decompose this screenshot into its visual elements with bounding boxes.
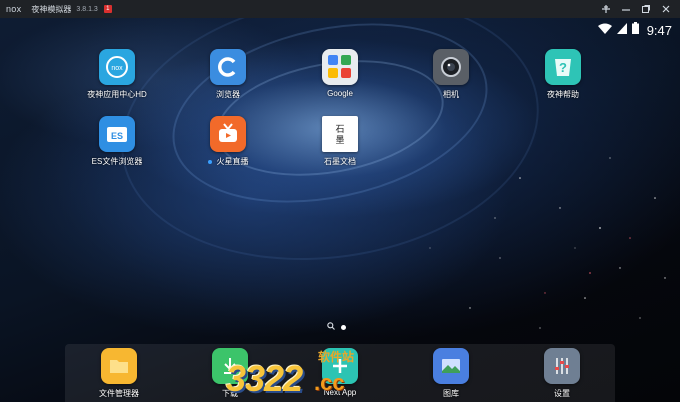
google-folder-icon xyxy=(322,49,358,85)
window-title: 夜神模拟器 xyxy=(31,4,72,14)
watermark-suffix: .cc xyxy=(314,370,345,395)
window-controls xyxy=(594,0,674,18)
nox-logo: nox xyxy=(6,4,22,14)
new-install-dot xyxy=(207,159,212,164)
app-label: ES文件浏览器 xyxy=(91,157,143,166)
app-nox-app-center[interactable]: nox 夜神应用中心HD xyxy=(72,49,162,100)
app-huoxing-live[interactable]: 火星直播 xyxy=(183,116,273,167)
camera-icon xyxy=(433,49,469,85)
settings-icon xyxy=(544,348,580,384)
app-label: 浏览器 xyxy=(216,90,240,99)
app-label: Google xyxy=(327,89,353,98)
app-browser[interactable]: 浏览器 xyxy=(183,49,273,100)
app-label: 相机 xyxy=(443,90,459,99)
watermark-site-name: 软件站 xyxy=(318,350,355,364)
dock-app-gallery[interactable]: 图库 xyxy=(406,348,496,399)
gallery-icon xyxy=(433,348,469,384)
android-status-bar: 9:47 xyxy=(0,18,680,42)
nox-app-center-icon: nox xyxy=(99,49,135,85)
app-nox-help[interactable]: ? 夜神帮助 xyxy=(518,49,608,100)
site-watermark: 软件站 3322 .cc xyxy=(218,348,368,402)
shimo-docs-icon: 石墨 xyxy=(322,116,358,152)
nox-help-icon: ? xyxy=(545,49,581,85)
app-label: 设置 xyxy=(554,389,570,398)
version-label: 3.8.1.3 xyxy=(76,5,98,13)
svg-text:?: ? xyxy=(559,60,567,75)
app-label: 图库 xyxy=(443,389,459,398)
close-icon[interactable] xyxy=(658,2,674,16)
huoxing-live-icon xyxy=(210,116,246,152)
search-icon[interactable] xyxy=(327,322,335,332)
page-dot-active[interactable] xyxy=(341,324,346,330)
app-shimo-docs[interactable]: 石墨 石墨文档 xyxy=(295,116,385,167)
file-manager-icon xyxy=(101,348,137,384)
dock-app-file-manager[interactable]: 文件管理器 xyxy=(74,348,164,399)
app-es-file-explorer[interactable]: ES ES文件浏览器 xyxy=(72,116,162,167)
clock: 9:47 xyxy=(646,22,672,38)
dock-app-settings[interactable]: 设置 xyxy=(517,348,607,399)
browser-icon xyxy=(210,49,246,85)
emulator-title-bar: nox 夜神模拟器 3.8.1.3 1 xyxy=(0,0,680,18)
svg-text:石: 石 xyxy=(335,125,344,135)
signal-icon xyxy=(616,21,627,39)
wifi-icon xyxy=(597,21,612,39)
app-camera[interactable]: 相机 xyxy=(406,49,496,100)
app-label: 文件管理器 xyxy=(99,389,139,398)
app-label: 夜神帮助 xyxy=(547,90,579,99)
app-label: 夜神应用中心HD xyxy=(87,90,147,99)
pin-icon[interactable] xyxy=(598,2,614,16)
notification-badge[interactable]: 1 xyxy=(103,5,112,13)
app-label: 火星直播 xyxy=(207,156,249,167)
minimize-icon[interactable] xyxy=(618,2,634,16)
es-file-explorer-icon: ES xyxy=(99,116,135,152)
svg-text:墨: 墨 xyxy=(335,135,344,146)
svg-text:nox: nox xyxy=(111,65,123,72)
restore-icon[interactable] xyxy=(638,2,654,16)
app-label: 石墨文档 xyxy=(324,157,356,166)
app-google-folder[interactable]: Google xyxy=(295,49,385,98)
battery-icon xyxy=(631,21,639,39)
page-indicator xyxy=(327,322,346,332)
svg-text:ES: ES xyxy=(111,131,123,141)
watermark-number: 3322 xyxy=(226,358,303,399)
